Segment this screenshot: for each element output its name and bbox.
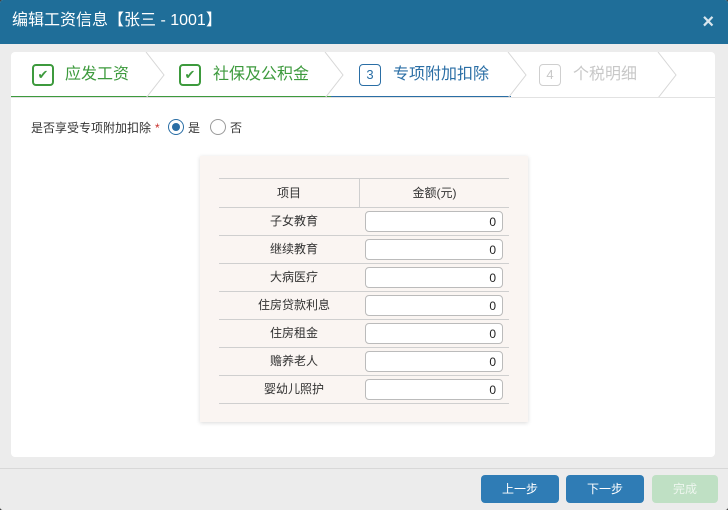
amount-input-mortgage-interest[interactable] <box>365 295 503 316</box>
step-social-security[interactable]: ✔ 社保及公积金 <box>151 52 331 98</box>
amount-input-housing-rent[interactable] <box>365 323 503 344</box>
row-label: 赡养老人 <box>269 354 318 368</box>
table-row: 住房租金 <box>219 320 509 348</box>
table-row: 住房贷款利息 <box>219 292 509 320</box>
step-number: 3 <box>359 64 381 86</box>
amount-input-infant-care[interactable] <box>365 379 503 400</box>
radio-no[interactable] <box>210 119 226 135</box>
row-label: 住房租金 <box>269 326 318 340</box>
step-special-deduction[interactable]: 3 专项附加扣除 <box>331 52 511 98</box>
steps-divider <box>11 97 715 98</box>
check-icon: ✔ <box>32 64 54 86</box>
question-label: 是否享受专项附加扣除 <box>31 121 152 135</box>
wizard-steps: ✔ 应发工资 ✔ 社保及公积金 3 专项附加扣除 4 个税明细 <box>11 52 715 98</box>
step-label: 社保及公积金 <box>213 66 310 83</box>
prev-step-button[interactable]: 上一步 <box>481 475 559 503</box>
amount-input-child-education[interactable] <box>365 211 503 232</box>
column-header-item: 项目 <box>276 186 301 200</box>
row-label: 子女教育 <box>269 214 318 228</box>
row-label: 继续教育 <box>269 242 318 256</box>
table-row: 赡养老人 <box>219 348 509 376</box>
column-header-amount: 金额(元) <box>412 186 457 200</box>
step-separator-icon <box>657 52 677 98</box>
step-label: 个税明细 <box>573 66 638 83</box>
radio-yes-label[interactable]: 是 <box>188 120 200 136</box>
step-number: 4 <box>539 64 561 86</box>
step-salary[interactable]: ✔ 应发工资 <box>11 52 151 98</box>
amount-input-serious-illness[interactable] <box>365 267 503 288</box>
deduction-table: 项目 金额(元) 子女教育 继续教育 大病医疗 住房贷款利息 <box>219 178 509 404</box>
wizard-panel: ✔ 应发工资 ✔ 社保及公积金 3 专项附加扣除 4 个税明细 是否享受专项附加… <box>11 52 715 457</box>
dialog-titlebar: 编辑工资信息【张三 - 1001】 × <box>0 0 728 44</box>
table-row: 继续教育 <box>219 236 509 264</box>
dialog-title: 编辑工资信息【张三 - 1001】 <box>12 12 222 29</box>
finish-button: 完成 <box>652 475 718 503</box>
next-step-button[interactable]: 下一步 <box>566 475 644 503</box>
required-mark: * <box>155 121 160 135</box>
row-label: 住房贷款利息 <box>257 298 330 312</box>
step-label: 应发工资 <box>65 66 130 83</box>
special-deduction-question: 是否享受专项附加扣除 * <box>31 120 160 136</box>
dialog-footer: 上一步 下一步 完成 <box>0 468 728 510</box>
table-row: 大病医疗 <box>219 264 509 292</box>
table-row: 子女教育 <box>219 208 509 236</box>
row-label: 大病医疗 <box>269 270 318 284</box>
row-label: 婴幼儿照护 <box>263 382 324 396</box>
step-tax-detail: 4 个税明细 <box>511 52 671 98</box>
amount-input-elderly-support[interactable] <box>365 351 503 372</box>
amount-input-continuing-education[interactable] <box>365 239 503 260</box>
deduction-card: 项目 金额(元) 子女教育 继续教育 大病医疗 住房贷款利息 <box>200 156 528 422</box>
check-icon: ✔ <box>179 64 201 86</box>
radio-yes[interactable] <box>168 119 184 135</box>
radio-no-label[interactable]: 否 <box>230 120 242 136</box>
table-header: 项目 金额(元) <box>219 178 509 208</box>
step-label: 专项附加扣除 <box>393 66 490 83</box>
edit-salary-dialog: 编辑工资信息【张三 - 1001】 × ✔ 应发工资 ✔ 社保及公积金 3 专项… <box>0 0 728 510</box>
close-icon[interactable]: × <box>702 12 714 32</box>
table-row: 婴幼儿照护 <box>219 376 509 404</box>
